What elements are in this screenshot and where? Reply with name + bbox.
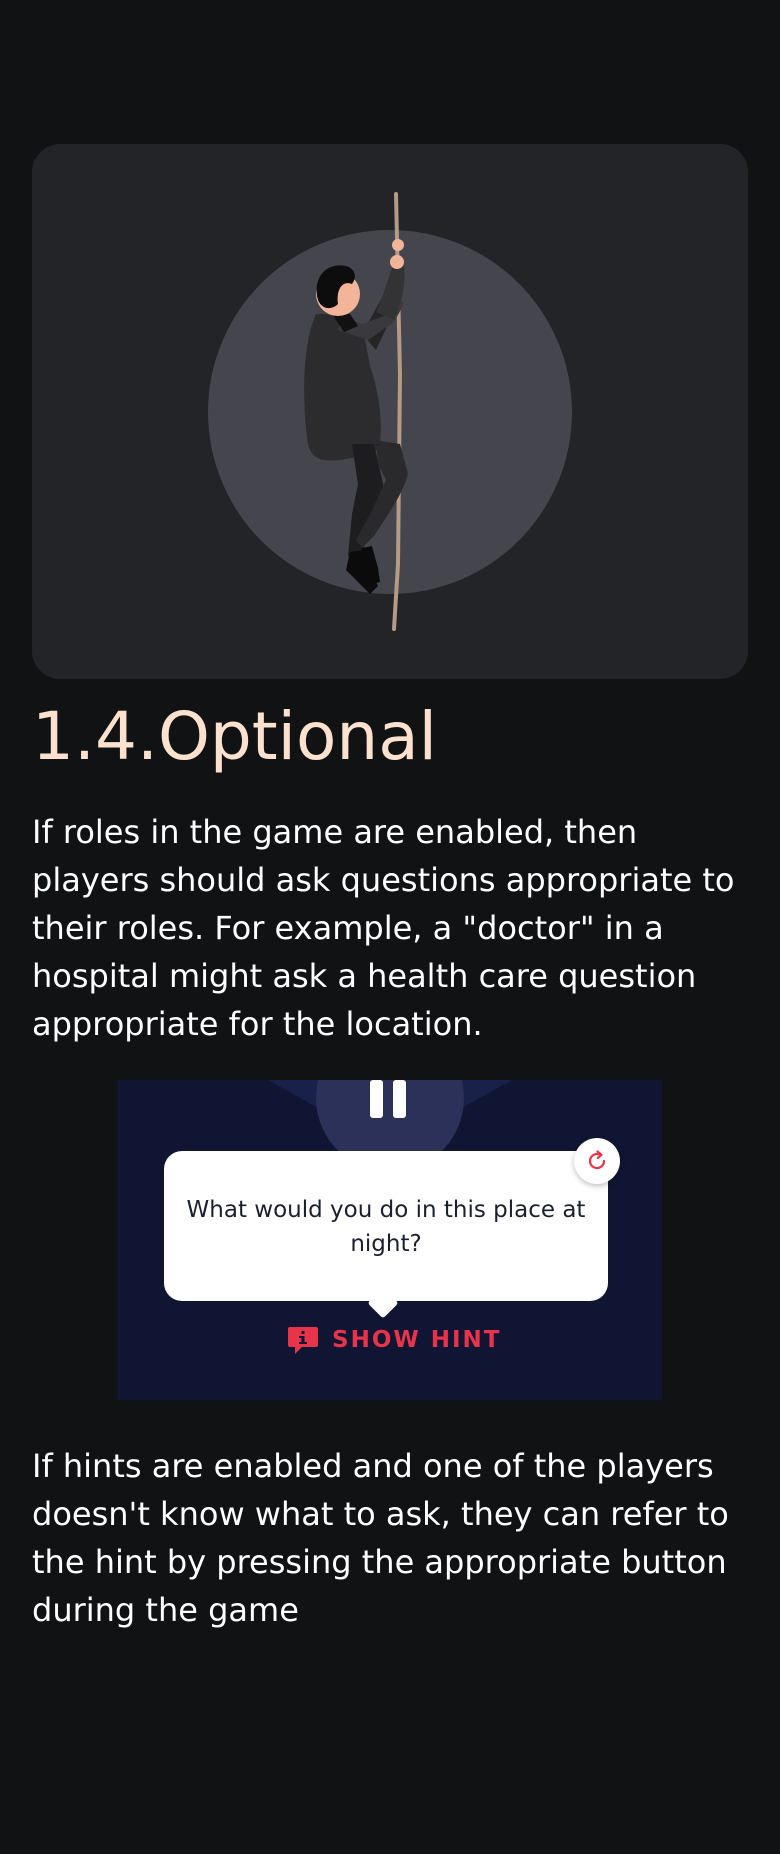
hints-description: If hints are enabled and one of the play… [32, 1447, 729, 1629]
refresh-icon [588, 1150, 606, 1170]
hero-illustration-card [32, 144, 748, 679]
pause-icon[interactable] [364, 1080, 412, 1120]
roles-description: If roles in the game are enabled, then p… [32, 813, 735, 1043]
refresh-question-button[interactable] [574, 1138, 620, 1184]
game-screen-preview: What would you do in this place at night… [118, 1080, 662, 1400]
show-hint-label: SHOW HINT [332, 1327, 502, 1353]
question-text: What would you do in this place at night… [186, 1197, 586, 1257]
rope-climber-illustration [208, 192, 572, 631]
info-bubble-icon [288, 1327, 318, 1354]
section-title: 1.4.Optional [32, 698, 437, 775]
question-card: What would you do in this place at night… [164, 1151, 608, 1301]
show-hint-button[interactable]: SHOW HINT [286, 1322, 502, 1358]
